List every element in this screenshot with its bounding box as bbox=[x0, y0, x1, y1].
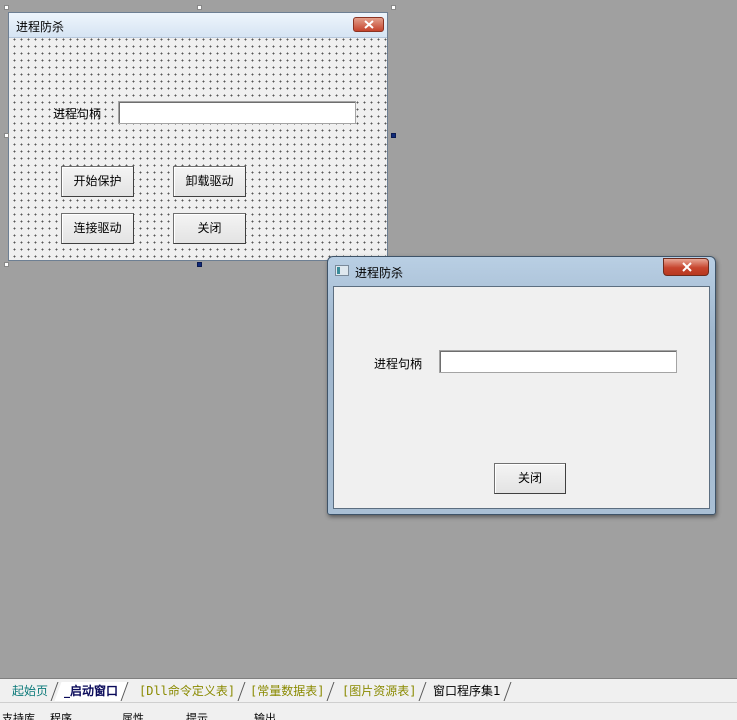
designer-canvas[interactable]: 进程防杀 进程句柄 开始保护 卸载驱动 连接驱动 关闭 进程防杀 进程句柄 关闭 bbox=[0, 0, 737, 678]
close-button[interactable]: 关闭 bbox=[173, 213, 246, 244]
tab-constants[interactable]: [常量数据表] bbox=[240, 682, 335, 701]
close-icon[interactable] bbox=[663, 258, 709, 276]
resize-handle[interactable] bbox=[197, 5, 202, 10]
handle-input[interactable] bbox=[439, 350, 677, 373]
resize-handle[interactable] bbox=[4, 5, 9, 10]
tab-image-resources[interactable]: [图片资源表] bbox=[332, 682, 427, 701]
runtime-window[interactable]: 进程防杀 进程句柄 关闭 bbox=[327, 256, 716, 515]
tab-dll-commands[interactable]: [Dll命令定义表] bbox=[129, 682, 246, 701]
close-icon[interactable] bbox=[353, 17, 384, 32]
design-form-titlebar: 进程防杀 bbox=[9, 13, 387, 38]
resize-handle[interactable] bbox=[4, 262, 9, 267]
handle-label: 进程句柄 bbox=[53, 107, 102, 121]
design-form[interactable]: 进程防杀 进程句柄 开始保护 卸载驱动 连接驱动 关闭 bbox=[8, 12, 388, 261]
runtime-window-client: 进程句柄 关闭 bbox=[333, 286, 710, 509]
resize-handle-active[interactable] bbox=[391, 133, 396, 138]
connect-driver-button[interactable]: 连接驱动 bbox=[61, 213, 134, 244]
tab-start-page[interactable]: 起始页 bbox=[2, 682, 59, 701]
runtime-window-title: 进程防杀 bbox=[355, 266, 404, 280]
close-button[interactable]: 关闭 bbox=[494, 463, 566, 494]
tab-window-assembly[interactable]: 窗口程序集1 bbox=[423, 682, 512, 701]
resize-handle-active[interactable] bbox=[197, 262, 202, 267]
resize-handle[interactable] bbox=[391, 5, 396, 10]
unload-driver-button[interactable]: 卸载驱动 bbox=[173, 166, 246, 197]
design-form-title: 进程防杀 bbox=[16, 20, 65, 34]
handle-label: 进程句柄 bbox=[374, 357, 423, 371]
tab-bar: 起始页 _启动窗口 [Dll命令定义表] [常量数据表] [图片资源表] 窗口程… bbox=[0, 678, 737, 703]
handle-input[interactable] bbox=[118, 101, 356, 124]
resize-handle[interactable] bbox=[4, 133, 9, 138]
panel-tabs: 支持库 程序 属性 提示 输出 bbox=[0, 702, 737, 720]
tab-startup-window[interactable]: _启动窗口 bbox=[54, 682, 129, 701]
window-icon bbox=[335, 265, 349, 276]
start-protect-button[interactable]: 开始保护 bbox=[61, 166, 134, 197]
